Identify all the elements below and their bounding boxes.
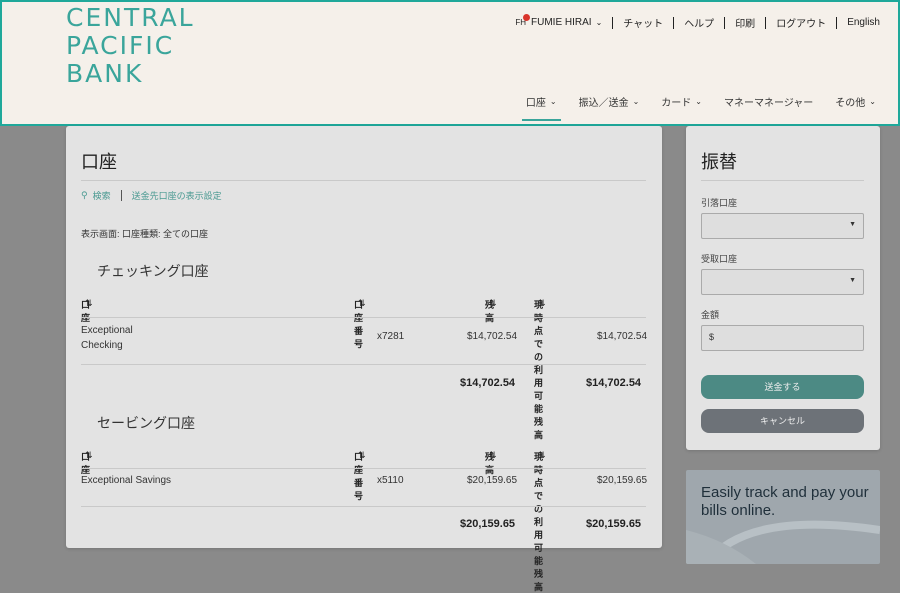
user-menu[interactable]: FH FUMIE HIRAI ⌄ [515,14,603,28]
logo-line: CENTRAL [66,3,195,32]
divider [673,16,675,29]
caret-down-icon: ▼ [849,221,856,228]
divider [81,468,646,469]
checking-table-header: 口座 ⇅ 口座番号 ⇅ 残高 ⇅ 現時点での利用可能残高 ⇅ [81,298,646,440]
from-account-label: 引落口座 [701,198,738,208]
sort-icon: ⇅ [538,298,546,308]
site-header: CENTRAL PACIFIC BANK FH FUMIE HIRAI ⌄ チャ… [0,0,900,126]
divider [836,16,838,29]
search-link[interactable]: 検索 [93,189,111,202]
transfer-title: 振替 [701,152,737,172]
logo-line: PACIFIC [66,31,175,60]
account-available: $14,702.54 [597,331,648,342]
total-balance: $14,702.54 [460,377,516,389]
divider [765,16,767,29]
account-number: x5110 [377,475,404,486]
divider [612,16,614,29]
nav-item-other[interactable]: その他 ⌄ [835,94,876,109]
account-name: Checking [81,340,123,351]
col-label: 現時点での利用可能残高 [534,300,544,440]
currency-prefix: $ [709,332,715,342]
account-balance: $20,159.65 [467,475,518,486]
sort-icon: ⇅ [358,298,366,308]
display-settings-link[interactable]: 送金先口座の表示設定 [132,189,222,202]
logo-line: BANK [66,59,144,88]
avatar: FH [515,14,531,27]
promo-banner[interactable]: Easily track and pay your bills online. [686,470,880,564]
main-nav: 口座 ⌄ 振込／送金 ⌄ カード ⌄ マネーマネージャー その他 ⌄ [504,94,876,121]
nav-label: マネーマネージャー [723,98,814,109]
caret-down-icon: ▼ [849,277,856,284]
divider [81,506,646,507]
promo-text: Easily track and pay your bills online. [701,484,869,519]
to-account-select[interactable]: ▼ [701,269,864,295]
total-available: $20,159.65 [586,518,642,530]
savings-table-header: 口座 ⇅ 口座番号 ⇅ 残高 ⇅ 現時点での利用可能残高 ⇅ [81,450,646,592]
amount-label: 金額 [701,310,720,320]
account-links: ⚲ 検索 送金先口座の表示設定 [81,189,222,202]
filter-text: 表示画面: 口座種類: 全ての口座 [81,229,209,239]
nav-label: カード [661,98,692,109]
logout-link[interactable]: ログアウト [776,15,826,30]
sort-icon: ⇅ [358,450,366,460]
nav-label: 口座 [525,98,546,109]
divider [120,190,122,201]
transfer-card: 振替 引落口座 ▼ 受取口座 ▼ 金額 $ 送金する キャンセル [686,126,880,450]
divider [81,364,646,365]
account-available: $20,159.65 [597,475,648,486]
total-available: $14,702.54 [586,377,642,389]
from-account-select[interactable]: ▼ [701,213,864,239]
sort-icon: ⇅ [85,298,93,308]
send-button[interactable]: 送金する [701,375,864,399]
chevron-down-icon: ⌄ [632,97,640,106]
bank-logo[interactable]: CENTRAL PACIFIC BANK [66,4,195,88]
notification-dot [523,14,531,21]
chevron-down-icon: ⌄ [595,18,603,27]
account-name-link[interactable]: Exceptional Savings [81,475,171,486]
accounts-card: 口座 ⚲ 検索 送金先口座の表示設定 表示画面: 口座種類: 全ての口座 チェッ… [66,126,662,592]
account-balance: $14,702.54 [467,331,518,342]
total-balance: $20,159.65 [460,518,516,530]
nav-item-money-manager[interactable]: マネーマネージャー [724,94,813,109]
col-label: 現時点での利用可能残高 [534,452,544,592]
sort-icon: ⇅ [85,450,93,460]
sort-icon: ⇅ [489,450,497,460]
account-name-link[interactable]: Exceptional Checking [81,323,133,353]
nav-label: その他 [835,98,866,109]
savings-section-title: セービング口座 [97,415,195,431]
checking-section-title: チェッキング口座 [97,263,209,279]
chevron-down-icon: ⌄ [869,97,876,106]
nav-item-transfers[interactable]: 振込／送金 ⌄ [579,94,640,109]
amount-input[interactable]: $ [701,325,864,351]
nav-item-cards[interactable]: カード ⌄ [661,94,702,109]
chat-link[interactable]: チャット [623,15,663,30]
nav-label: 振込／送金 [578,98,629,109]
chevron-down-icon: ⌄ [695,97,702,106]
sort-icon: ⇅ [538,450,546,460]
account-number: x7281 [377,331,405,342]
account-name: Exceptional [81,325,133,336]
cancel-button[interactable]: キャンセル [701,409,864,433]
language-link[interactable]: English [847,17,880,28]
divider [724,16,726,29]
user-name: FUMIE HIRAI [531,17,592,28]
utility-nav: FH FUMIE HIRAI ⌄ チャット ヘルプ 印刷 ログアウト Engli… [515,14,880,30]
sort-icon: ⇅ [489,298,497,308]
divider [81,317,646,318]
print-link[interactable]: 印刷 [735,15,755,30]
nav-item-accounts[interactable]: 口座 ⌄ [521,94,561,121]
search-icon: ⚲ [81,190,88,200]
help-link[interactable]: ヘルプ [684,15,714,30]
divider [81,180,646,181]
chevron-down-icon: ⌄ [549,97,557,106]
to-account-label: 受取口座 [701,254,738,264]
divider [701,180,864,181]
page-title: 口座 [81,152,117,172]
